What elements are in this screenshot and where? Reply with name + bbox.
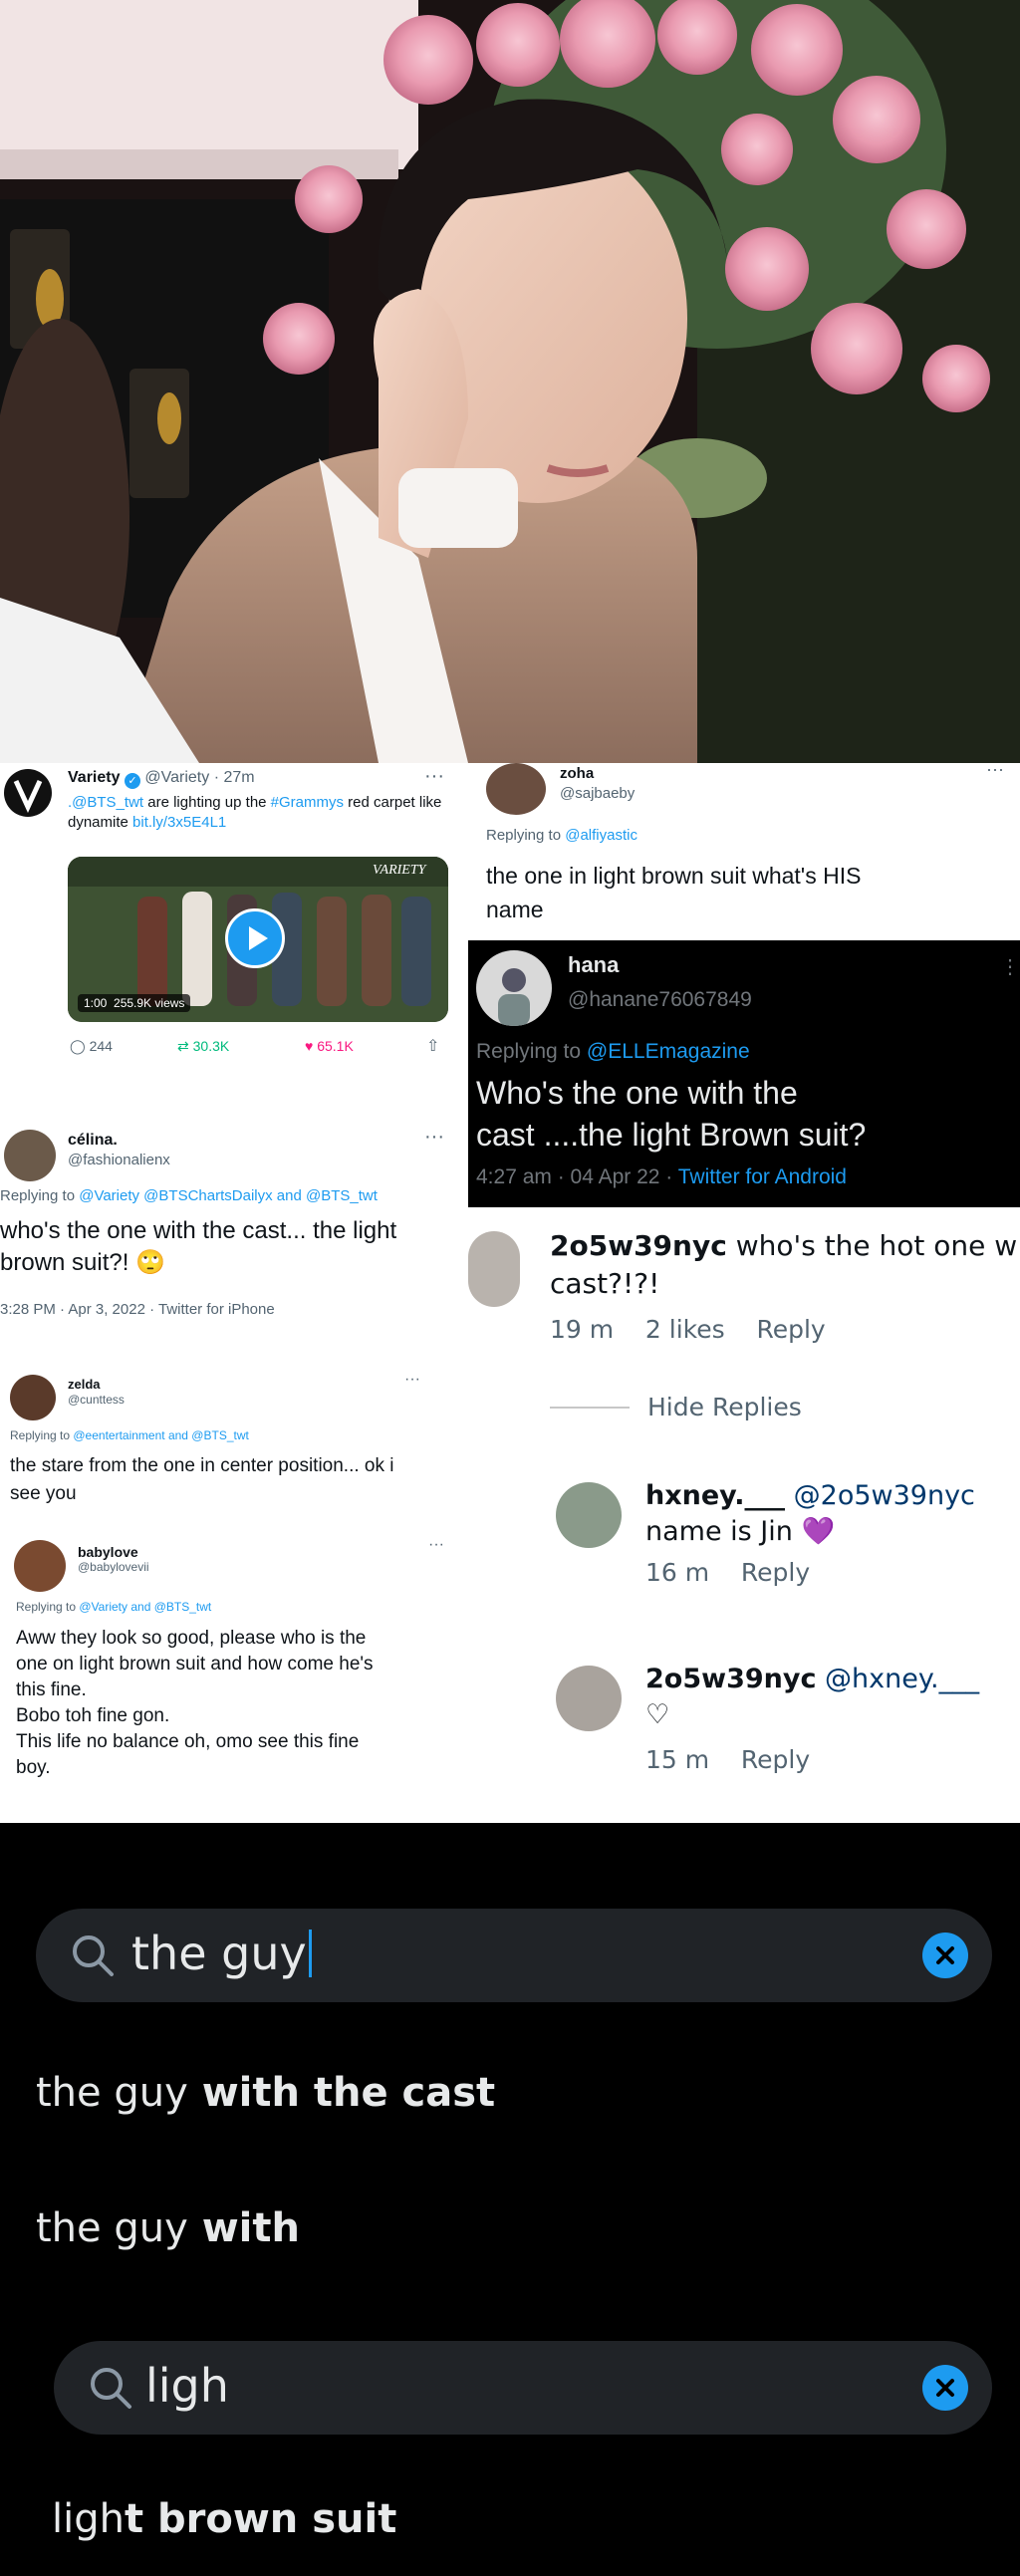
zelda-handle[interactable]: @cunttess (68, 1393, 125, 1407)
search-icon (73, 1935, 114, 1976)
retweet-icon: ⇄ (177, 1038, 189, 1054)
rolling-eyes-emoji-icon: 🙄 (135, 1249, 165, 1276)
zoha-tweet[interactable]: zoha @sajbaeby ··· Replying to @alfiyast… (468, 763, 1020, 940)
divider (550, 1407, 630, 1409)
commenter-avatar-1[interactable] (468, 1231, 520, 1307)
zoha-avatar[interactable] (486, 763, 546, 815)
babylove-avatar[interactable] (14, 1540, 66, 1592)
more-icon[interactable]: ··· (424, 765, 444, 788)
heart-icon: ♥ (305, 1038, 314, 1054)
tweet-collage: Variety ✓ @Variety · 27m ··· .@BTS_twt a… (0, 763, 1020, 1823)
celina-tweet[interactable]: célina. @fashionalienx ··· Replying to @… (0, 1122, 468, 1361)
commenter-avatar-2[interactable] (556, 1482, 622, 1548)
hana-tweet-text: Who's the one with the cast ....the ligh… (476, 1075, 867, 1153)
comment-1-text: 2o5w39nyc who's the hot one w cast?!?! (550, 1229, 1018, 1300)
share-icon[interactable]: ⇧ (426, 1036, 439, 1056)
variety-handle[interactable]: @Variety (144, 769, 209, 786)
search-bar-2[interactable]: ligh (54, 2341, 992, 2435)
more-icon[interactable]: ⋮ (1000, 954, 1020, 979)
comment-2-meta: 16 m Reply (645, 1558, 811, 1587)
search-bar-1[interactable]: the guy (36, 1909, 992, 2002)
celina-tweet-text: who's the one with the cast... the light… (0, 1217, 397, 1276)
celina-name[interactable]: célina. (68, 1132, 118, 1150)
more-icon[interactable]: ··· (986, 763, 1004, 780)
hana-handle[interactable]: @hanane76067849 (568, 988, 752, 1012)
hana-avatar[interactable] (476, 950, 552, 1026)
hero-photo (0, 0, 1020, 763)
retweet-action[interactable]: ⇄ 30.3K (177, 1038, 229, 1055)
variety-tweet-text: .@BTS_twt are lighting up the #Grammys r… (68, 794, 442, 831)
hana-tweet[interactable]: hana @hanane76067849 ⋮ Replying to @ELLE… (468, 940, 1020, 1207)
babylove-tweet-text: Aww they look so good, please who is the… (16, 1628, 374, 1778)
more-icon[interactable]: ··· (424, 1126, 444, 1149)
instagram-comments: 2o5w39nyc who's the hot one w cast?!?! 1… (468, 1207, 1020, 1823)
search-suggestion-2[interactable]: the guy with (36, 2205, 300, 2251)
comment-3-meta: 15 m Reply (645, 1745, 811, 1774)
babylove-replying-to: Replying to @Variety and @BTS_twt (16, 1600, 212, 1614)
comment-2-text: hxney.___ @2o5w39nyc name is Jin 💜 (645, 1480, 975, 1547)
variety-time: 27m (223, 769, 255, 786)
celina-meta: 3:28 PM · Apr 3, 2022 · Twitter for iPho… (0, 1301, 275, 1318)
text-caret (308, 1930, 312, 1977)
reply-button[interactable]: Reply (741, 1558, 810, 1587)
comment-3-text: 2o5w39nyc @hxney.___ ♡ (645, 1664, 980, 1730)
celina-handle[interactable]: @fashionalienx (68, 1152, 170, 1168)
search-input-1[interactable]: the guy (131, 1927, 312, 1980)
zelda-avatar[interactable] (10, 1375, 56, 1420)
zoha-replying-to: Replying to @alfiyastic (486, 827, 638, 844)
babylove-tweet[interactable]: babylove @babylovevii ··· Replying to @V… (0, 1540, 468, 1823)
zoha-handle[interactable]: @sajbaeby (560, 785, 635, 802)
variety-logo-icon (13, 779, 43, 813)
variety-tweet[interactable]: Variety ✓ @Variety · 27m ··· .@BTS_twt a… (0, 763, 468, 1132)
zelda-replying-to: Replying to @eentertainment and @BTS_twt (10, 1428, 249, 1442)
zelda-tweet[interactable]: zelda @cunttess ··· Replying to @eentert… (0, 1375, 468, 1524)
celina-replying-to: Replying to @Variety @BTSChartsDailyx an… (0, 1187, 378, 1204)
reply-button[interactable]: Reply (756, 1315, 825, 1344)
variety-name[interactable]: Variety (68, 769, 120, 786)
babylove-name[interactable]: babylove (78, 1544, 138, 1560)
clear-icon[interactable] (922, 2365, 968, 2411)
comment-1-meta: 19 m 2 likes Reply (550, 1315, 826, 1344)
variety-avatar[interactable] (4, 769, 52, 817)
play-icon[interactable] (225, 908, 285, 968)
red-carpet-photo (0, 0, 1020, 763)
hana-meta: 4:27 am · 04 Apr 22 · Twitter for Androi… (476, 1165, 847, 1188)
search-suggestion-1[interactable]: the guy with the cast (36, 2070, 495, 2116)
zoha-name[interactable]: zoha (560, 765, 594, 782)
tweet-link[interactable]: bit.ly/3x5E4L1 (132, 814, 226, 831)
hana-replying-to: Replying to @ELLEmagazine (476, 1040, 750, 1063)
reply-button[interactable]: Reply (741, 1745, 810, 1774)
reply-icon: ◯ (70, 1038, 86, 1054)
more-icon[interactable]: ··· (428, 1540, 444, 1554)
babylove-handle[interactable]: @babylovevii (78, 1560, 149, 1574)
hide-replies-button[interactable]: Hide Replies (647, 1393, 802, 1421)
reply-action[interactable]: ◯ 244 (70, 1038, 113, 1055)
search-screen: the guy the guy with the cast the guy wi… (0, 1823, 1020, 2576)
search-suggestion-3[interactable]: light brown suit (52, 2496, 396, 2542)
commenter-avatar-3[interactable] (556, 1666, 622, 1731)
celina-avatar[interactable] (4, 1130, 56, 1181)
tweet-video[interactable]: VARIETY 1:00 255.9K views (68, 857, 448, 1022)
hana-name[interactable]: hana (568, 952, 619, 978)
search-input-2[interactable]: ligh (145, 2359, 229, 2413)
clear-icon[interactable] (922, 1932, 968, 1978)
more-icon[interactable]: ··· (404, 1375, 420, 1389)
zelda-tweet-text: the stare from the one in center positio… (10, 1455, 394, 1504)
variety-brand-label: VARIETY (373, 863, 426, 878)
video-stats: 1:00 255.9K views (78, 994, 191, 1012)
like-action[interactable]: ♥ 65.1K (305, 1038, 354, 1054)
verified-badge-icon: ✓ (124, 773, 140, 789)
heart-outline-icon[interactable]: ♡ (645, 1699, 669, 1730)
zoha-tweet-text: the one in light brown suit what's HIS n… (486, 863, 862, 922)
zelda-name[interactable]: zelda (68, 1377, 101, 1392)
search-icon (91, 2368, 131, 2409)
